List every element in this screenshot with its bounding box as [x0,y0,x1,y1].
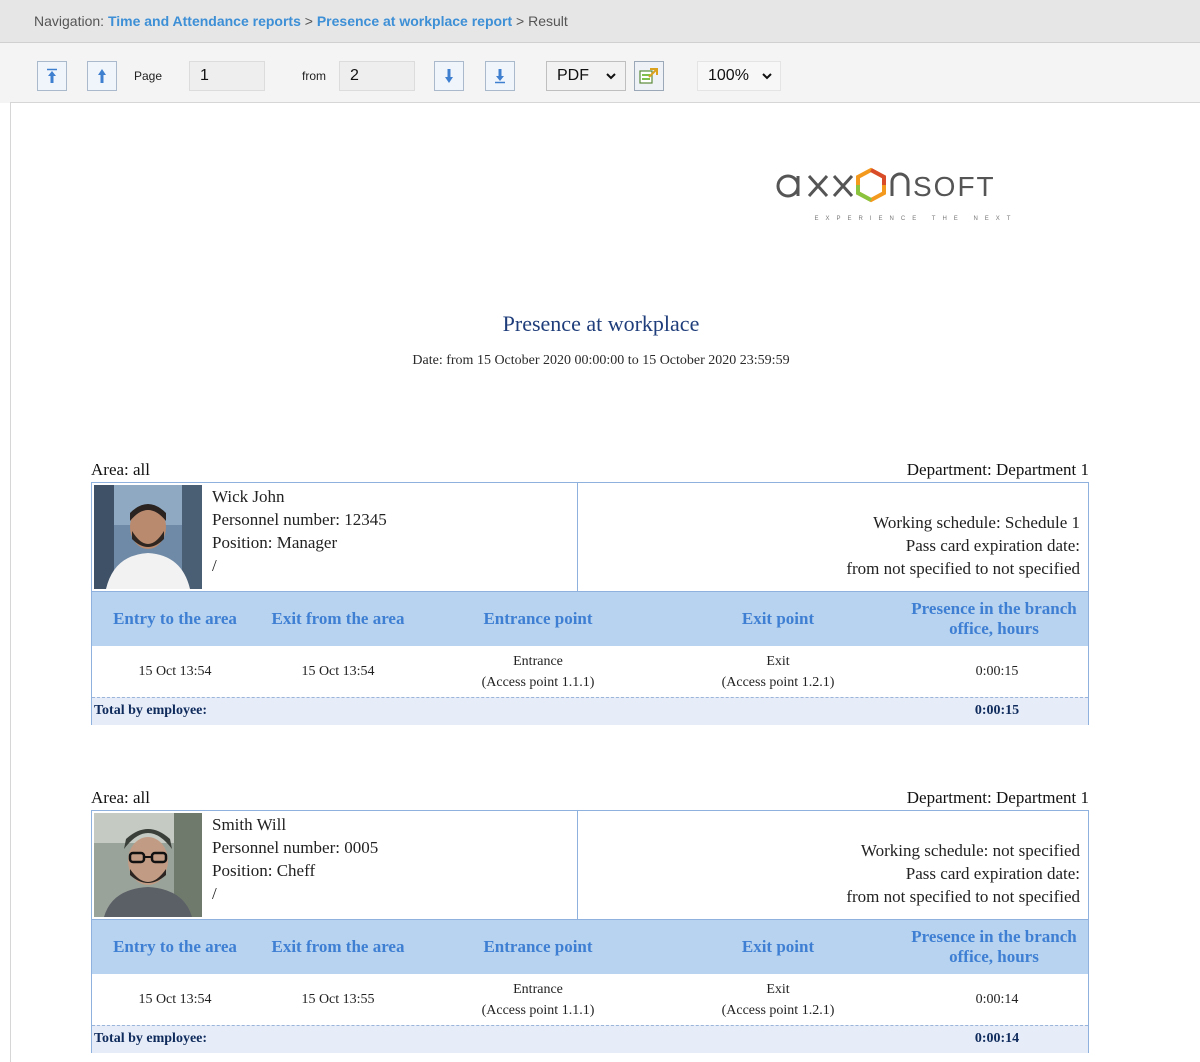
employee-photo [94,485,202,589]
next-page-icon [445,69,453,83]
employee-name: Smith Will [212,815,287,834]
presence-hours: 0:00:14 [975,992,1019,1007]
entrance-access-point: (Access point 1.1.1) [481,1003,595,1018]
column-header-presence: Presence in the branch office, hours [911,599,1077,638]
department-label: Department: Department 1 [906,788,1089,807]
employee-name: Wick John [212,487,285,506]
breadcrumb: Navigation: Time and Attendance reports … [34,13,568,29]
area-label: Area: all [91,460,150,479]
breadcrumb-separator: > [304,13,313,29]
column-header-entry: Entry to the area [113,937,237,956]
column-header-entrance-point: Entrance point [483,609,593,628]
breadcrumb-prefix: Navigation: [34,13,105,29]
entrance-point: Entrance [513,982,563,997]
report-date-range: Date: from 15 October 2020 00:00:00 to 1… [412,353,790,368]
exit-access-point: (Access point 1.2.1) [721,675,835,690]
total-value: 0:00:15 [974,703,1020,718]
zoom-select[interactable]: 100% [697,61,781,91]
working-schedule: Working schedule: not specified [860,841,1080,860]
pass-card-value: from not specified to not specified [846,887,1080,906]
total-pages-field: 2 [339,61,415,91]
column-header-exit-point: Exit point [741,609,815,628]
table-header: Entry to the area Exit from the area Ent… [92,591,1088,646]
navigation-bar: Navigation: Time and Attendance reports … [0,0,1200,43]
report-page: SOFT EXPERIENCE THE NEXT Presence at wor… [10,102,1200,1062]
page-number-input[interactable]: 1 [189,61,265,91]
pass-card-value: from not specified to not specified [846,559,1080,578]
logo-wordmark: SOFT [776,167,996,203]
employee-photo [94,813,202,917]
employee-position: Position: Manager [212,533,338,552]
entrance-point: Entrance [513,654,563,669]
breadcrumb-current: Result [528,13,568,29]
employee-card: Wick John Personnel number: 12345 Positi… [91,482,1089,725]
previous-page-icon [98,69,106,83]
pass-card-label: Pass card expiration date: [905,536,1080,555]
table-header: Entry to the area Exit from the area Ent… [92,919,1088,974]
entry-time: 15 Oct 13:54 [138,992,212,1007]
chevron-down-icon [762,73,772,80]
area-label: Area: all [91,788,150,807]
working-schedule: Working schedule: Schedule 1 [873,513,1080,532]
column-header-entry: Entry to the area [113,609,237,628]
total-row: Total by employee: 0:00:15 [92,697,1088,725]
export-icon [639,68,658,84]
column-header-exit: Exit from the area [271,609,405,628]
employee-info: Wick John Personnel number: 12345 Positi… [212,485,387,577]
divider [577,811,578,921]
export-button[interactable] [634,61,664,91]
employee-info: Smith Will Personnel number: 0005 Positi… [212,813,378,905]
personnel-number: Personnel number: 0005 [212,838,379,857]
column-header-entrance-point: Entrance point [483,937,593,956]
total-row: Total by employee: 0:00:14 [92,1025,1088,1053]
schedule-info: Working schedule: not specified Pass car… [846,839,1080,908]
employee-card: Smith Will Personnel number: 0005 Positi… [91,810,1089,1053]
personnel-number: Personnel number: 12345 [212,510,387,529]
pass-card-label: Pass card expiration date: [905,864,1080,883]
entry-time: 15 Oct 13:54 [138,664,212,679]
breadcrumb-separator: > [516,13,525,29]
entrance-access-point: (Access point 1.1.1) [481,675,595,690]
exit-time: 15 Oct 13:55 [301,992,375,1007]
chevron-down-icon [606,73,616,80]
schedule-info: Working schedule: Schedule 1 Pass card e… [846,511,1080,580]
divider [577,483,578,593]
report-title: Presence at workplace [502,311,700,336]
first-page-icon [47,68,57,83]
report-toolbar: Page 1 from 2 PDF 100% [0,43,1200,103]
company-logo: SOFT EXPERIENCE THE NEXT [771,158,1061,238]
logo-tagline: EXPERIENCE THE NEXT [814,216,1018,222]
presence-hours: 0:00:15 [975,664,1019,679]
previous-page-button[interactable] [87,61,117,91]
breadcrumb-link-presence-report[interactable]: Presence at workplace report [317,13,512,29]
total-label: Total by employee: [94,1031,208,1046]
page-label: Page [134,69,163,83]
zoom-value: 100% [708,67,749,84]
last-page-icon [495,69,505,84]
employee-extra: / [212,556,217,575]
total-value: 0:00:14 [974,1031,1020,1046]
total-label: Total by employee: [94,703,208,718]
exit-time: 15 Oct 13:54 [301,664,375,679]
department-label: Department: Department 1 [906,460,1089,479]
employee-extra: / [212,884,217,903]
last-page-button[interactable] [485,61,515,91]
column-header-presence: Presence in the branch office, hours [911,927,1077,966]
column-header-exit: Exit from the area [271,937,405,956]
column-header-exit-point: Exit point [741,937,815,956]
first-page-button[interactable] [37,61,67,91]
exit-access-point: (Access point 1.2.1) [721,1003,835,1018]
svg-text:SOFT: SOFT [913,171,996,202]
export-format-value: PDF [557,67,589,84]
employee-position: Position: Cheff [212,861,316,880]
exit-point: Exit [766,654,790,669]
from-label: from [302,69,326,83]
export-format-select[interactable]: PDF [546,61,626,91]
breadcrumb-link-time-attendance[interactable]: Time and Attendance reports [108,13,301,29]
exit-point: Exit [766,982,790,997]
next-page-button[interactable] [434,61,464,91]
